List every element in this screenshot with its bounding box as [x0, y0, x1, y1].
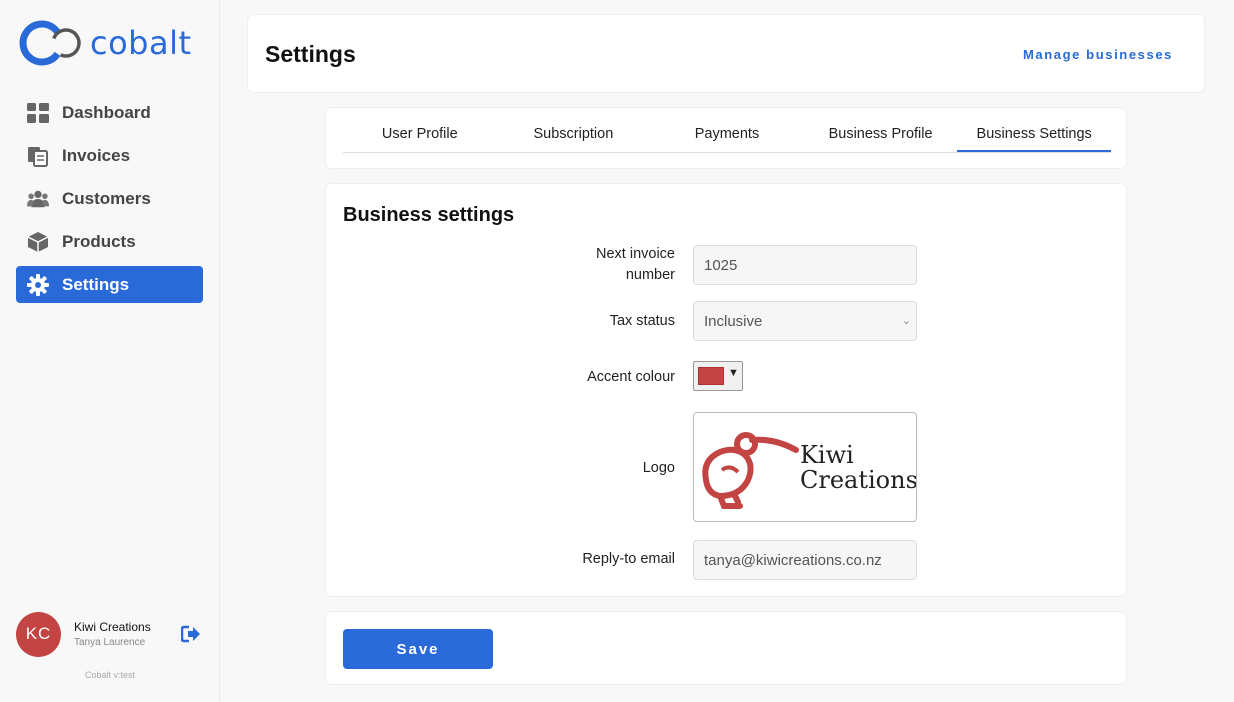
manage-businesses-link[interactable]: Manage businesses — [1023, 47, 1173, 62]
box-icon — [27, 231, 49, 253]
tax-status-value: Inclusive — [704, 312, 763, 330]
settings-tabs: User Profile Subscription Payments Busin… — [343, 122, 1111, 153]
tab-business-settings[interactable]: Business Settings — [957, 122, 1111, 152]
sidebar: cobalt Dashboard Invoices Customers Prod… — [0, 0, 220, 702]
save-card: Save — [325, 611, 1127, 685]
next-invoice-label-line1: Next invoice — [596, 246, 675, 262]
logo-text-line1: Kiwi — [800, 441, 854, 469]
tax-status-label: Tax status — [609, 313, 675, 329]
accent-colour-picker[interactable]: ▼ — [693, 361, 743, 391]
logout-icon[interactable] — [180, 624, 201, 644]
sidebar-item-settings[interactable]: Settings — [16, 266, 203, 303]
sidebar-item-products[interactable]: Products — [16, 223, 203, 260]
chevron-down-icon: ⌄ — [901, 315, 911, 327]
tab-business-profile[interactable]: Business Profile — [804, 122, 958, 152]
accent-colour-label: Accent colour — [587, 369, 675, 385]
account-info: Kiwi Creations Tanya Laurence — [74, 620, 166, 648]
section-title: Business settings — [343, 204, 515, 226]
logo-label: Logo — [642, 460, 675, 476]
reply-to-email-value: tanya@kiwicreations.co.nz — [704, 551, 882, 569]
sidebar-nav: Dashboard Invoices Customers Products Se… — [16, 94, 203, 309]
app-logo[interactable]: cobalt — [18, 18, 192, 68]
business-settings-card: Business settings Next invoice number 10… — [325, 183, 1127, 597]
account-business-name: Kiwi Creations — [74, 620, 151, 634]
sidebar-item-label: Customers — [62, 188, 151, 208]
gear-icon — [27, 273, 49, 296]
tab-subscription[interactable]: Subscription — [497, 122, 651, 152]
sidebar-item-label: Invoices — [62, 145, 131, 165]
reply-to-email-input[interactable]: tanya@kiwicreations.co.nz — [693, 540, 917, 580]
logo-upload[interactable]: Kiwi Creations — [693, 412, 917, 522]
sidebar-item-label: Dashboard — [62, 102, 151, 122]
next-invoice-label-line2: number — [625, 267, 675, 283]
sidebar-item-dashboard[interactable]: Dashboard — [16, 94, 203, 131]
app-version: Cobalt v:test — [84, 670, 136, 680]
next-invoice-value: 1025 — [704, 256, 738, 274]
save-button[interactable]: Save — [343, 629, 493, 669]
logo-text-line2: Creations — [800, 466, 917, 494]
customers-icon — [27, 188, 49, 210]
sidebar-item-invoices[interactable]: Invoices — [16, 137, 203, 174]
account-user-name: Tanya Laurence — [74, 637, 146, 648]
invoices-icon — [27, 145, 49, 167]
tab-user-profile[interactable]: User Profile — [343, 122, 497, 152]
tab-payments[interactable]: Payments — [650, 122, 804, 152]
next-invoice-input[interactable]: 1025 — [693, 245, 917, 285]
tax-status-select[interactable]: Inclusive ⌄ — [693, 301, 917, 341]
avatar[interactable]: KC — [16, 611, 61, 657]
colour-swatch — [698, 367, 724, 385]
reply-to-label: Reply-to email — [582, 551, 675, 567]
next-invoice-label: Next invoice number — [596, 244, 675, 286]
tabs-card: User Profile Subscription Payments Busin… — [325, 107, 1127, 169]
sidebar-item-label: Products — [62, 231, 136, 251]
dropdown-arrow-icon: ▼ — [728, 367, 739, 379]
dashboard-icon — [27, 102, 49, 124]
kiwi-bird-logo-icon — [702, 432, 799, 509]
app-name: cobalt — [90, 24, 192, 62]
sidebar-item-customers[interactable]: Customers — [16, 180, 203, 217]
account-panel: KC Kiwi Creations Tanya Laurence — [16, 611, 206, 657]
sidebar-item-label: Settings — [62, 274, 130, 294]
header-card: Settings Manage businesses — [247, 14, 1205, 93]
page-title: Settings — [265, 41, 356, 67]
cobalt-logo-icon — [19, 20, 81, 66]
